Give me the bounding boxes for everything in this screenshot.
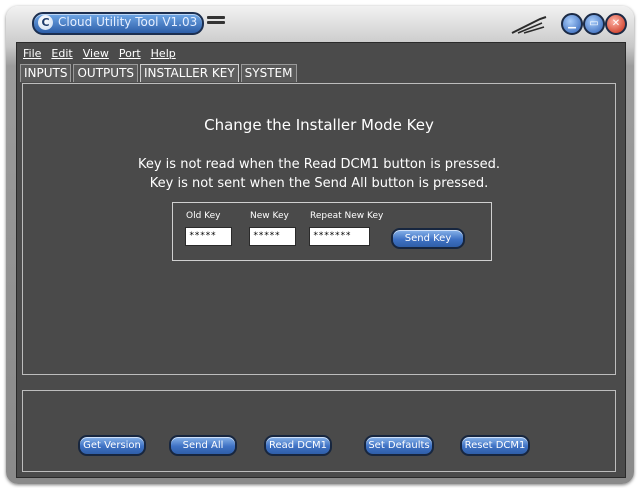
menu-bar: File Edit View Port Help: [17, 47, 186, 63]
tab-inputs[interactable]: INPUTS: [20, 64, 72, 82]
menu-edit[interactable]: Edit: [51, 47, 72, 63]
menu-view[interactable]: View: [83, 47, 109, 63]
set-defaults-button[interactable]: Set Defaults: [364, 435, 434, 456]
resize-grip-icon: [511, 16, 547, 34]
repeat-key-field[interactable]: *******: [309, 227, 370, 246]
app-window: C Cloud Utility Tool V1.03 ▁ ▭ ✕ File Ed…: [6, 6, 634, 484]
tab-strip: INPUTS OUTPUTS INSTALLER KEY SYSTEM: [20, 64, 299, 82]
old-key-field[interactable]: *****: [185, 227, 232, 246]
minimize-button[interactable]: ▁: [561, 13, 583, 35]
get-version-button[interactable]: Get Version: [78, 435, 146, 456]
repeat-key-label: Repeat New Key: [310, 211, 384, 221]
tab-outputs[interactable]: OUTPUTS: [73, 64, 139, 82]
maximize-button[interactable]: ▭: [583, 13, 605, 35]
close-button[interactable]: ✕: [605, 13, 627, 35]
window-title: Cloud Utility Tool V1.03: [58, 15, 198, 29]
installer-key-panel: Change the Installer Mode Key Key is not…: [22, 83, 616, 375]
client-area: File Edit View Port Help INPUTS OUTPUTS …: [16, 42, 626, 478]
send-all-button[interactable]: Send All: [169, 435, 237, 456]
app-logo-icon: C: [38, 15, 53, 30]
new-key-label: New Key: [250, 211, 289, 221]
old-key-label: Old Key: [186, 211, 221, 221]
menu-file[interactable]: File: [23, 47, 41, 63]
info-send-note: Key is not sent when the Send All button…: [149, 176, 489, 191]
send-key-button[interactable]: Send Key: [391, 228, 465, 249]
menu-port[interactable]: Port: [119, 47, 141, 63]
menu-help[interactable]: Help: [151, 47, 176, 63]
panel-heading: Change the Installer Mode Key: [204, 116, 434, 134]
hamburger-menu-icon[interactable]: [207, 16, 225, 30]
new-key-field[interactable]: *****: [249, 227, 296, 246]
read-dcm1-button[interactable]: Read DCM1: [264, 435, 332, 456]
tab-system[interactable]: SYSTEM: [240, 64, 297, 82]
app-title-pill[interactable]: C Cloud Utility Tool V1.03: [32, 12, 204, 35]
title-bar[interactable]: C Cloud Utility Tool V1.03 ▁ ▭ ✕: [6, 6, 634, 42]
info-read-note: Key is not read when the Read DCM1 butto…: [137, 157, 501, 172]
action-button-panel: Get Version Send All Read DCM1 Set Defau…: [22, 390, 616, 472]
tab-installer-key[interactable]: INSTALLER KEY: [140, 64, 239, 82]
key-entry-group: Old Key ***** New Key ***** Repeat New K…: [172, 202, 492, 261]
reset-dcm1-button[interactable]: Reset DCM1: [460, 435, 530, 456]
